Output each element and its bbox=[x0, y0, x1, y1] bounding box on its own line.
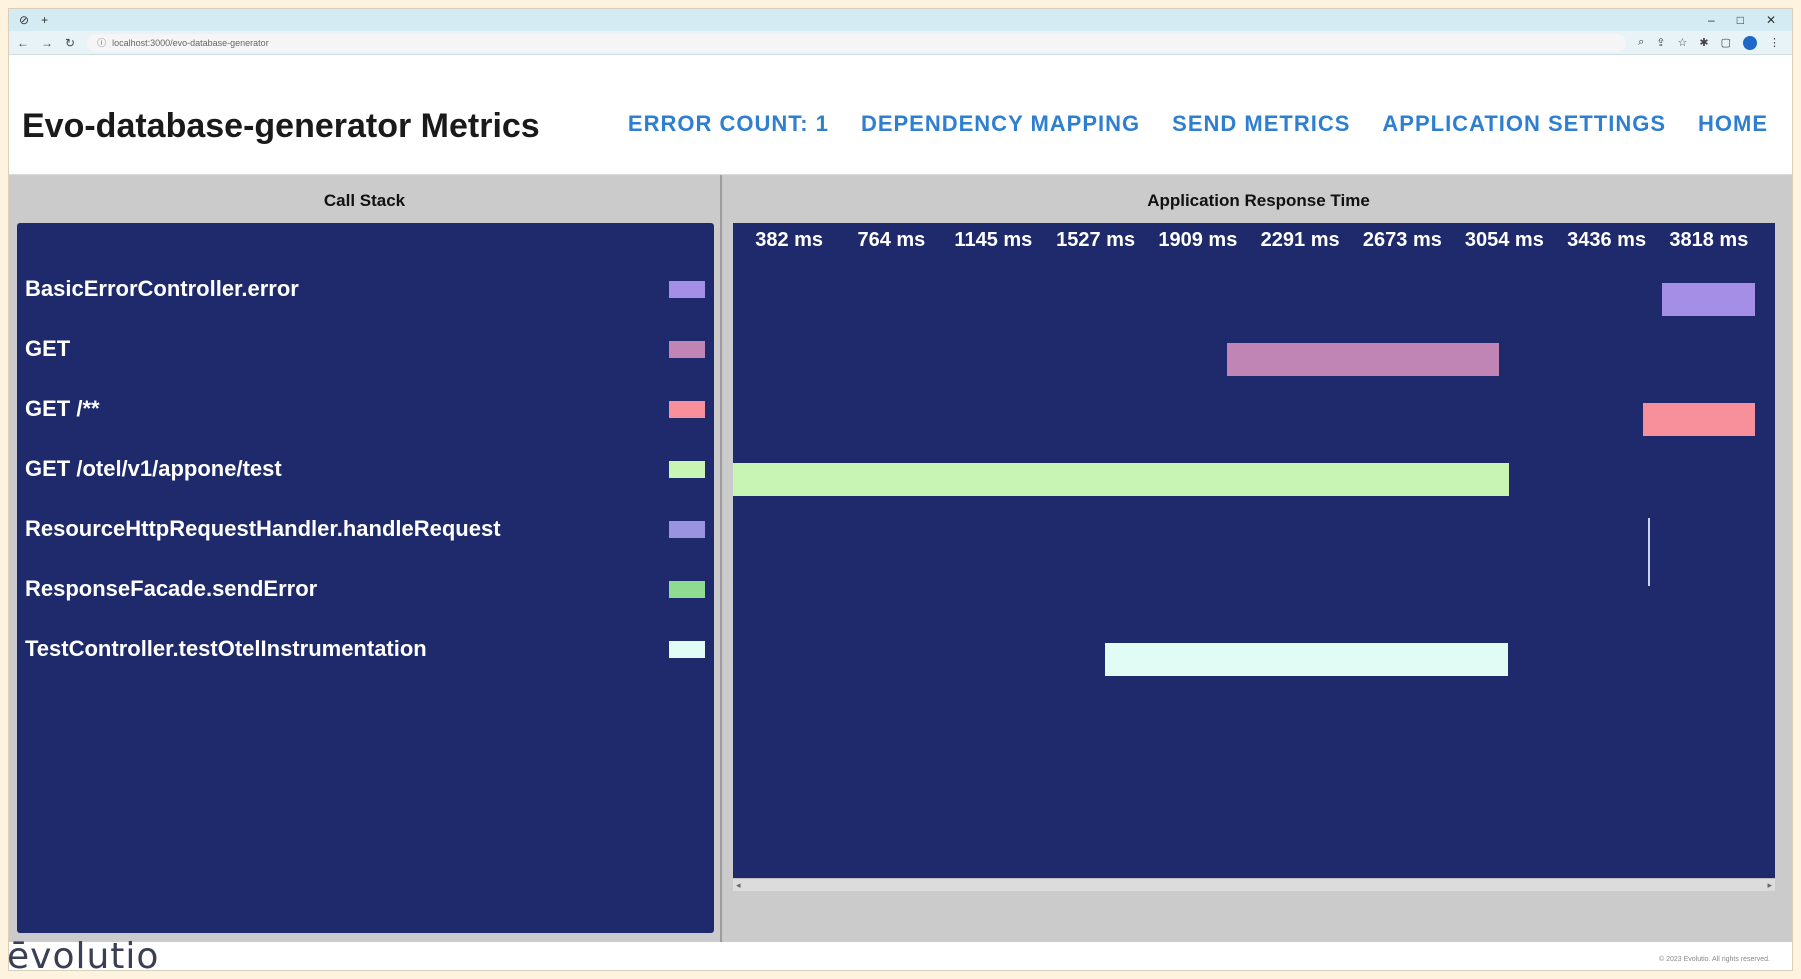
extensions-area: ⌕ ⇪ ☆ ✱ ▢ ⋮ bbox=[1638, 35, 1792, 50]
time-tick-label: 764 ms bbox=[857, 229, 926, 251]
time-tick-label: 2291 ms bbox=[1260, 229, 1340, 251]
page-title: Evo-database-generator Metrics bbox=[22, 107, 540, 145]
maximize-button[interactable]: □ bbox=[1737, 13, 1744, 27]
scroll-right-icon[interactable]: ▸ bbox=[1767, 880, 1772, 891]
span-bar[interactable] bbox=[1105, 643, 1508, 676]
response-time-panel: Application Response Time 382 ms 764 ms 11… bbox=[723, 175, 1792, 942]
stack-item-response-facade[interactable]: ResponseFacade.sendError bbox=[25, 575, 705, 603]
globe-icon[interactable]: ⊘ bbox=[19, 13, 29, 27]
color-swatch bbox=[669, 340, 705, 358]
browser-toolbar: ← → ↻ ⓘ localhost:3000/evo-database-gene… bbox=[9, 31, 1792, 55]
nav-error-count[interactable]: ERROR COUNT: 1 bbox=[628, 111, 829, 137]
nav-dependency-mapping[interactable]: DEPENDENCY MAPPING bbox=[861, 111, 1140, 137]
span-marker[interactable] bbox=[1647, 518, 1650, 586]
browser-window: ⊘ + – □ ✕ ← → ↻ ⓘ localhost:3000/evo-dat… bbox=[8, 8, 1793, 971]
close-button[interactable]: ✕ bbox=[1766, 13, 1776, 27]
time-tick-label: 3054 ms bbox=[1464, 229, 1544, 251]
color-swatch bbox=[669, 280, 705, 298]
main-nav: ERROR COUNT: 1 DEPENDENCY MAPPING SEND M… bbox=[628, 111, 1768, 137]
stack-item-label: ResponseFacade.sendError bbox=[25, 576, 318, 601]
sidepanel-icon[interactable]: ▢ bbox=[1721, 36, 1731, 49]
call-stack-title: Call Stack bbox=[323, 191, 406, 210]
stack-item-get-wildcard[interactable]: GET /** bbox=[25, 395, 705, 423]
evolutio-logo: ēvolutio bbox=[8, 936, 160, 971]
time-tick-label: 382 ms bbox=[755, 229, 824, 251]
stack-item-label: GET /otel/v1/appone/test bbox=[25, 456, 282, 481]
zoom-icon[interactable]: ⌕ bbox=[1638, 36, 1644, 49]
menu-icon[interactable]: ⋮ bbox=[1769, 36, 1780, 49]
new-tab-button[interactable]: + bbox=[41, 13, 48, 27]
extensions-icon[interactable]: ✱ bbox=[1699, 36, 1708, 49]
span-bar[interactable] bbox=[1643, 403, 1755, 436]
stack-item-get-otel-test[interactable]: GET /otel/v1/appone/test bbox=[25, 455, 705, 483]
horizontal-scrollbar[interactable]: ◂ ▸ bbox=[733, 878, 1775, 891]
reload-icon[interactable]: ↻ bbox=[65, 36, 75, 50]
back-icon[interactable]: ← bbox=[17, 36, 29, 50]
stack-item-test-controller[interactable]: TestController.testOtelInstrumentation bbox=[25, 635, 705, 663]
color-swatch bbox=[669, 460, 705, 478]
nav-send-metrics[interactable]: SEND METRICS bbox=[1172, 111, 1350, 137]
stack-item-basic-error[interactable]: BasicErrorController.error bbox=[25, 275, 705, 303]
stack-item-label: ResourceHttpRequestHandler.handleRequest bbox=[25, 516, 501, 541]
main-content: Call Stack BasicErrorController.error GE… bbox=[9, 175, 1792, 942]
time-tick-label: 1145 ms bbox=[954, 229, 1033, 251]
profile-avatar[interactable] bbox=[1743, 35, 1757, 50]
response-time-title: Application Response Time bbox=[1147, 191, 1370, 210]
stack-item-label: GET /** bbox=[25, 396, 100, 421]
minimize-button[interactable]: – bbox=[1708, 13, 1715, 27]
stack-item-label: TestController.testOtelInstrumentation bbox=[25, 636, 427, 661]
footer: ēvolutio © 2023 Evolutio. All rights res… bbox=[9, 936, 1792, 970]
span-bar[interactable] bbox=[1226, 343, 1499, 376]
app-header: Evo-database-generator Metrics ERROR COU… bbox=[9, 55, 1792, 175]
stack-item-get[interactable]: GET bbox=[25, 335, 705, 363]
info-icon[interactable]: ⓘ bbox=[97, 36, 106, 49]
forward-icon[interactable]: → bbox=[41, 36, 53, 50]
call-stack-list: BasicErrorController.error GET GET /** G… bbox=[17, 223, 714, 933]
stack-item-label: BasicErrorController.error bbox=[25, 276, 299, 301]
copyright-text: © 2023 Evolutio. All rights reserved. bbox=[1659, 956, 1770, 963]
stack-item-resource-handler[interactable]: ResourceHttpRequestHandler.handleRequest bbox=[25, 515, 705, 543]
time-tick-label: 1909 ms bbox=[1158, 229, 1238, 251]
response-time-chart: 382 ms 764 ms 1145 ms 1527 ms 1909 ms 2291 ms… bbox=[733, 223, 1775, 891]
color-swatch bbox=[669, 400, 705, 418]
share-icon[interactable]: ⇪ bbox=[1656, 36, 1665, 49]
color-swatch bbox=[669, 520, 705, 538]
nav-home[interactable]: HOME bbox=[1698, 111, 1768, 137]
star-icon[interactable]: ☆ bbox=[1678, 36, 1688, 49]
time-axis: 382 ms 764 ms 1145 ms 1527 ms 1909 ms 2291 ms… bbox=[733, 229, 1775, 257]
stack-item-label: GET bbox=[25, 336, 71, 361]
color-swatch bbox=[669, 640, 705, 658]
time-tick-label: 3436 ms bbox=[1567, 229, 1647, 251]
tab-strip: ⊘ + – □ ✕ bbox=[9, 9, 1792, 31]
time-tick-label: 1527 ms bbox=[1056, 229, 1136, 251]
url-text: localhost:3000/evo-database-generator bbox=[112, 37, 269, 48]
color-swatch bbox=[669, 580, 705, 598]
nav-application-settings[interactable]: APPLICATION SETTINGS bbox=[1382, 111, 1666, 137]
span-bar[interactable] bbox=[1661, 283, 1755, 316]
window-controls: – □ ✕ bbox=[1708, 13, 1792, 27]
scroll-left-icon[interactable]: ◂ bbox=[736, 880, 741, 891]
call-stack-panel: Call Stack BasicErrorController.error GE… bbox=[9, 175, 722, 942]
time-tick-label: 3818 ms bbox=[1669, 229, 1749, 251]
time-tick-label: 2673 ms bbox=[1362, 229, 1442, 251]
address-bar[interactable]: ⓘ localhost:3000/evo-database-generator bbox=[87, 33, 1627, 52]
span-bar[interactable] bbox=[733, 463, 1510, 496]
